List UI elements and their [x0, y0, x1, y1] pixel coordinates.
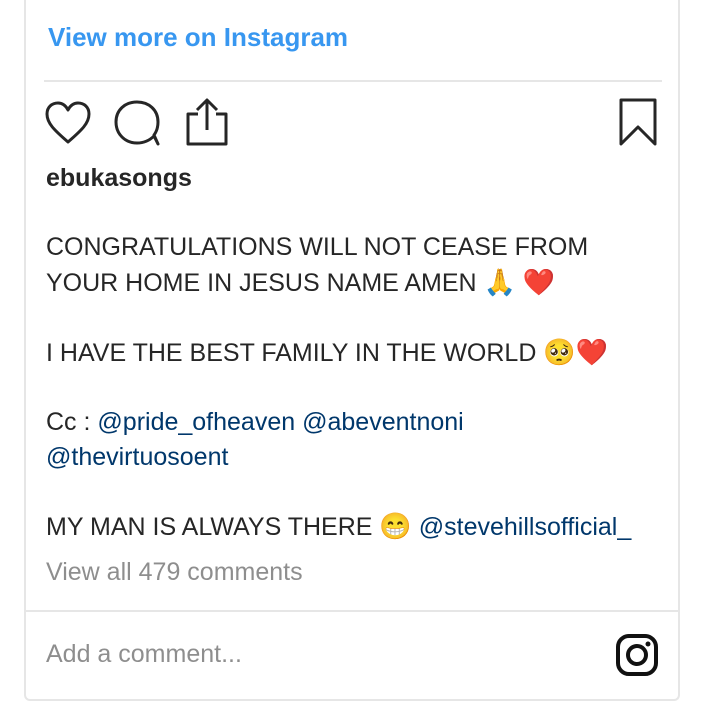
mention-link[interactable]: @abeventnoni — [302, 408, 464, 436]
caption-line: MY MAN IS ALWAYS THERE 😁 @stevehillsoffi… — [46, 509, 666, 545]
share-icon[interactable] — [184, 96, 230, 148]
caption-line: CONGRATULATIONS WILL NOT CEASE FROM — [46, 230, 666, 265]
pleading-face-emoji: 🥺 — [543, 337, 576, 367]
caption-line: I HAVE THE BEST FAMILY IN THE WORLD 🥺❤️ — [46, 335, 666, 371]
header-divider — [44, 80, 662, 82]
red-heart-emoji: ❤️ — [522, 267, 556, 297]
grinning-face-emoji: 😁 — [379, 511, 412, 541]
mention-link[interactable]: @thevirtuosoent — [46, 443, 228, 471]
caption-text: YOUR HOME IN JESUS NAME AMEN — [46, 269, 477, 297]
caption-text: I HAVE THE BEST FAMILY IN THE WORLD — [46, 339, 537, 367]
mention-link[interactable]: @pride_ofheaven — [97, 408, 295, 436]
heart-icon[interactable] — [44, 100, 92, 146]
folded-hands-emoji: 🙏 — [483, 267, 516, 297]
add-comment-input[interactable]: Add a comment... — [46, 640, 242, 669]
red-heart-emoji: ❤️ — [575, 337, 609, 367]
view-more-link[interactable]: View more on Instagram — [48, 22, 348, 53]
comment-divider — [26, 610, 678, 612]
caption-line: Cc : @pride_ofheaven @abeventnoni — [46, 405, 666, 440]
bookmark-icon[interactable] — [616, 96, 660, 148]
mention-link[interactable]: @stevehillsofficial_ — [419, 513, 632, 541]
post-username[interactable]: ebukasongs — [46, 164, 192, 193]
caption-line: @thevirtuosoent — [46, 440, 666, 475]
comment-icon[interactable] — [112, 98, 164, 148]
instagram-icon[interactable] — [614, 632, 660, 678]
view-all-comments-link[interactable]: View all 479 comments — [46, 558, 303, 587]
cc-prefix: Cc : — [46, 408, 91, 436]
caption-line: YOUR HOME IN JESUS NAME AMEN 🙏 ❤️ — [46, 265, 666, 301]
caption-text: MY MAN IS ALWAYS THERE — [46, 513, 373, 541]
caption-text: CONGRATULATIONS WILL NOT CEASE FROM — [46, 233, 589, 261]
